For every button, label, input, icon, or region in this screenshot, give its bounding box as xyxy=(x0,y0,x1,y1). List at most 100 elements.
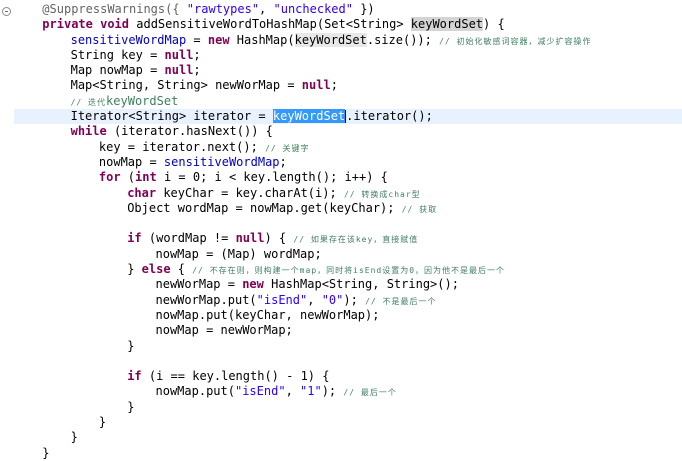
code-line[interactable]: } xyxy=(14,339,682,354)
code-line[interactable]: nowMap = newWorMap; xyxy=(14,323,682,338)
code-token: @SuppressWarnings({ xyxy=(42,2,187,16)
code-line[interactable]: private void addSensitiveWordToHashMap(S… xyxy=(14,17,682,32)
code-editor[interactable]: @SuppressWarnings({ "rawtypes", "uncheck… xyxy=(0,0,682,461)
code-token: ); xyxy=(343,292,366,307)
code-token: } xyxy=(127,338,135,353)
code-line[interactable]: Iterator<String> iterator = keyWordSet.i… xyxy=(14,109,682,125)
code-line-text: Iterator<String> iterator = keyWordSet.i… xyxy=(71,109,433,124)
code-token: nowMap.put( xyxy=(155,384,235,399)
code-token: // 关键字 xyxy=(265,143,310,153)
code-token: // 不是最后一个 xyxy=(365,296,437,306)
code-line-text: char keyChar = key.charAt(i); // 转换成char… xyxy=(127,186,420,202)
code-token: HashMap( xyxy=(229,32,295,47)
code-line[interactable]: if (i == key.length() - 1) { xyxy=(14,369,682,384)
code-token: , xyxy=(259,2,274,16)
code-token: ); xyxy=(321,384,344,399)
code-token: nowMap = (Map) wordMap; xyxy=(155,246,322,261)
fold-collapse-icon[interactable] xyxy=(2,7,11,16)
code-token: .size()); xyxy=(366,32,440,47)
code-line[interactable]: nowMap = sensitiveWordMap; xyxy=(14,155,682,170)
code-token: ( xyxy=(120,170,136,185)
code-line-text: nowMap = newWorMap; xyxy=(156,323,293,338)
code-line-text: nowMap = (Map) wordMap; xyxy=(156,247,322,262)
code-line[interactable]: } else { // 不存在则，则构建一个map，同时将isEnd设置为0，因… xyxy=(14,262,682,277)
code-token: char xyxy=(127,185,157,200)
code-line[interactable]: } xyxy=(14,400,682,415)
code-token: ) { xyxy=(264,231,294,246)
code-line[interactable]: char keyChar = key.charAt(i); // 转换成char… xyxy=(14,186,682,201)
code-line[interactable]: Object wordMap = nowMap.get(keyChar); //… xyxy=(14,201,682,216)
code-token: ) { xyxy=(483,17,505,32)
code-line[interactable]: for (int i = 0; i < key.length(); i++) { xyxy=(14,170,682,185)
code-token: null xyxy=(235,231,265,246)
code-line[interactable]: nowMap.put("isEnd", "1"); // 最后一个 xyxy=(14,384,682,399)
code-token: if xyxy=(127,369,142,384)
code-line-text: key = iterator.next(); // 关键字 xyxy=(99,140,310,156)
code-line-text: Map<String, String> newWorMap = null; xyxy=(71,78,338,93)
code-line[interactable]: newWorMap = new HashMap<String, String>(… xyxy=(14,277,682,292)
code-line[interactable]: nowMap = (Map) wordMap; xyxy=(14,247,682,262)
code-line[interactable]: String key = null; xyxy=(14,48,682,63)
code-line-text: newWorMap = new HashMap<String, String>(… xyxy=(156,277,459,292)
code-token: (iterator.hasNext()) { xyxy=(106,124,273,139)
code-line[interactable]: sensitiveWordMap = new HashMap(keyWordSe… xyxy=(14,32,682,49)
code-token: null xyxy=(164,63,194,78)
code-token: } xyxy=(127,262,142,277)
code-token: "1" xyxy=(300,384,322,399)
code-token: keyChar = key.charAt(i); xyxy=(156,185,344,200)
code-line[interactable]: while (iterator.hasNext()) { xyxy=(14,124,682,139)
code-token: i = 0; i < key.length(); i++) { xyxy=(156,170,388,185)
code-token: nowMap = newWorMap; xyxy=(155,323,293,338)
code-token: } xyxy=(42,445,50,460)
code-line[interactable]: } xyxy=(14,415,682,430)
code-token: Map nowMap = xyxy=(70,63,165,78)
code-line-text: } xyxy=(99,415,106,430)
code-line[interactable]: Map nowMap = null; xyxy=(14,63,682,78)
code-token: else xyxy=(141,262,171,277)
code-token: , xyxy=(285,384,301,399)
code-line-text: newWorMap.put("isEnd", "0"); // 不是最后一个 xyxy=(156,293,437,309)
code-token: for xyxy=(98,170,121,185)
code-area[interactable]: @SuppressWarnings({ "rawtypes", "uncheck… xyxy=(14,2,682,461)
code-token: if xyxy=(127,231,142,246)
code-line-text: } else { // 不存在则，则构建一个map，同时将isEnd设置为0，因… xyxy=(127,262,505,278)
code-token: "rawtypes" xyxy=(186,2,260,16)
code-token: keyWordSet xyxy=(272,109,346,124)
code-token: // 初始化敏感词容器，减少扩容操作 xyxy=(439,36,592,46)
code-line-text: sensitiveWordMap = new HashMap(keyWordSe… xyxy=(70,32,592,49)
code-token: null xyxy=(164,47,194,62)
code-token: newWorMap.put( xyxy=(155,292,257,307)
code-token: "isEnd" xyxy=(234,384,286,399)
code-line[interactable]: key = iterator.next(); // 关键字 xyxy=(14,140,682,155)
code-token: , xyxy=(307,292,322,307)
code-token: // 不存在则，则构建一个map，同时将isEnd设置为0，因为他不是最后一个 xyxy=(192,266,506,276)
code-line[interactable]: } xyxy=(14,446,682,461)
code-token: ; xyxy=(279,154,287,169)
code-line[interactable]: nowMap.put(keyChar, newWorMap); xyxy=(14,308,682,323)
code-line-text: nowMap = sensitiveWordMap; xyxy=(99,155,287,170)
code-line-text: private void addSensitiveWordToHashMap(S… xyxy=(42,17,505,32)
code-token: ; xyxy=(330,78,338,93)
code-line-text: nowMap.put(keyChar, newWorMap); xyxy=(156,308,380,323)
code-token: Map<String, String> newWorMap = xyxy=(70,78,302,93)
code-token: new xyxy=(207,32,230,47)
code-token: private xyxy=(42,17,93,32)
code-token: keyWordSet xyxy=(410,17,484,32)
code-line-text: if (wordMap != null) { // 如果存在该key，直接赋值 xyxy=(127,231,418,247)
code-line[interactable]: newWorMap.put("isEnd", "0"); // 不是最后一个 xyxy=(14,293,682,308)
code-line[interactable]: Map<String, String> newWorMap = null; xyxy=(14,78,682,93)
code-line[interactable]: } xyxy=(14,430,682,445)
code-token: sensitiveWordMap xyxy=(70,32,187,47)
code-line[interactable]: if (wordMap != null) { // 如果存在该key，直接赋值 xyxy=(14,231,682,246)
code-line-text: } xyxy=(127,339,134,354)
code-token: keyWordSet xyxy=(294,32,367,47)
code-token: // 最后一个 xyxy=(343,388,397,398)
code-line-text: while (iterator.hasNext()) { xyxy=(71,124,273,139)
code-line[interactable]: @SuppressWarnings({ "rawtypes", "uncheck… xyxy=(14,2,682,17)
code-token: Object wordMap = nowMap.get(keyChar); xyxy=(127,200,402,215)
code-line[interactable]: // 迭代keyWordSet xyxy=(14,94,682,109)
code-line-text: Map nowMap = null; xyxy=(71,63,201,78)
code-line[interactable] xyxy=(14,354,682,369)
code-line[interactable] xyxy=(14,216,682,231)
code-token: int xyxy=(135,170,157,185)
